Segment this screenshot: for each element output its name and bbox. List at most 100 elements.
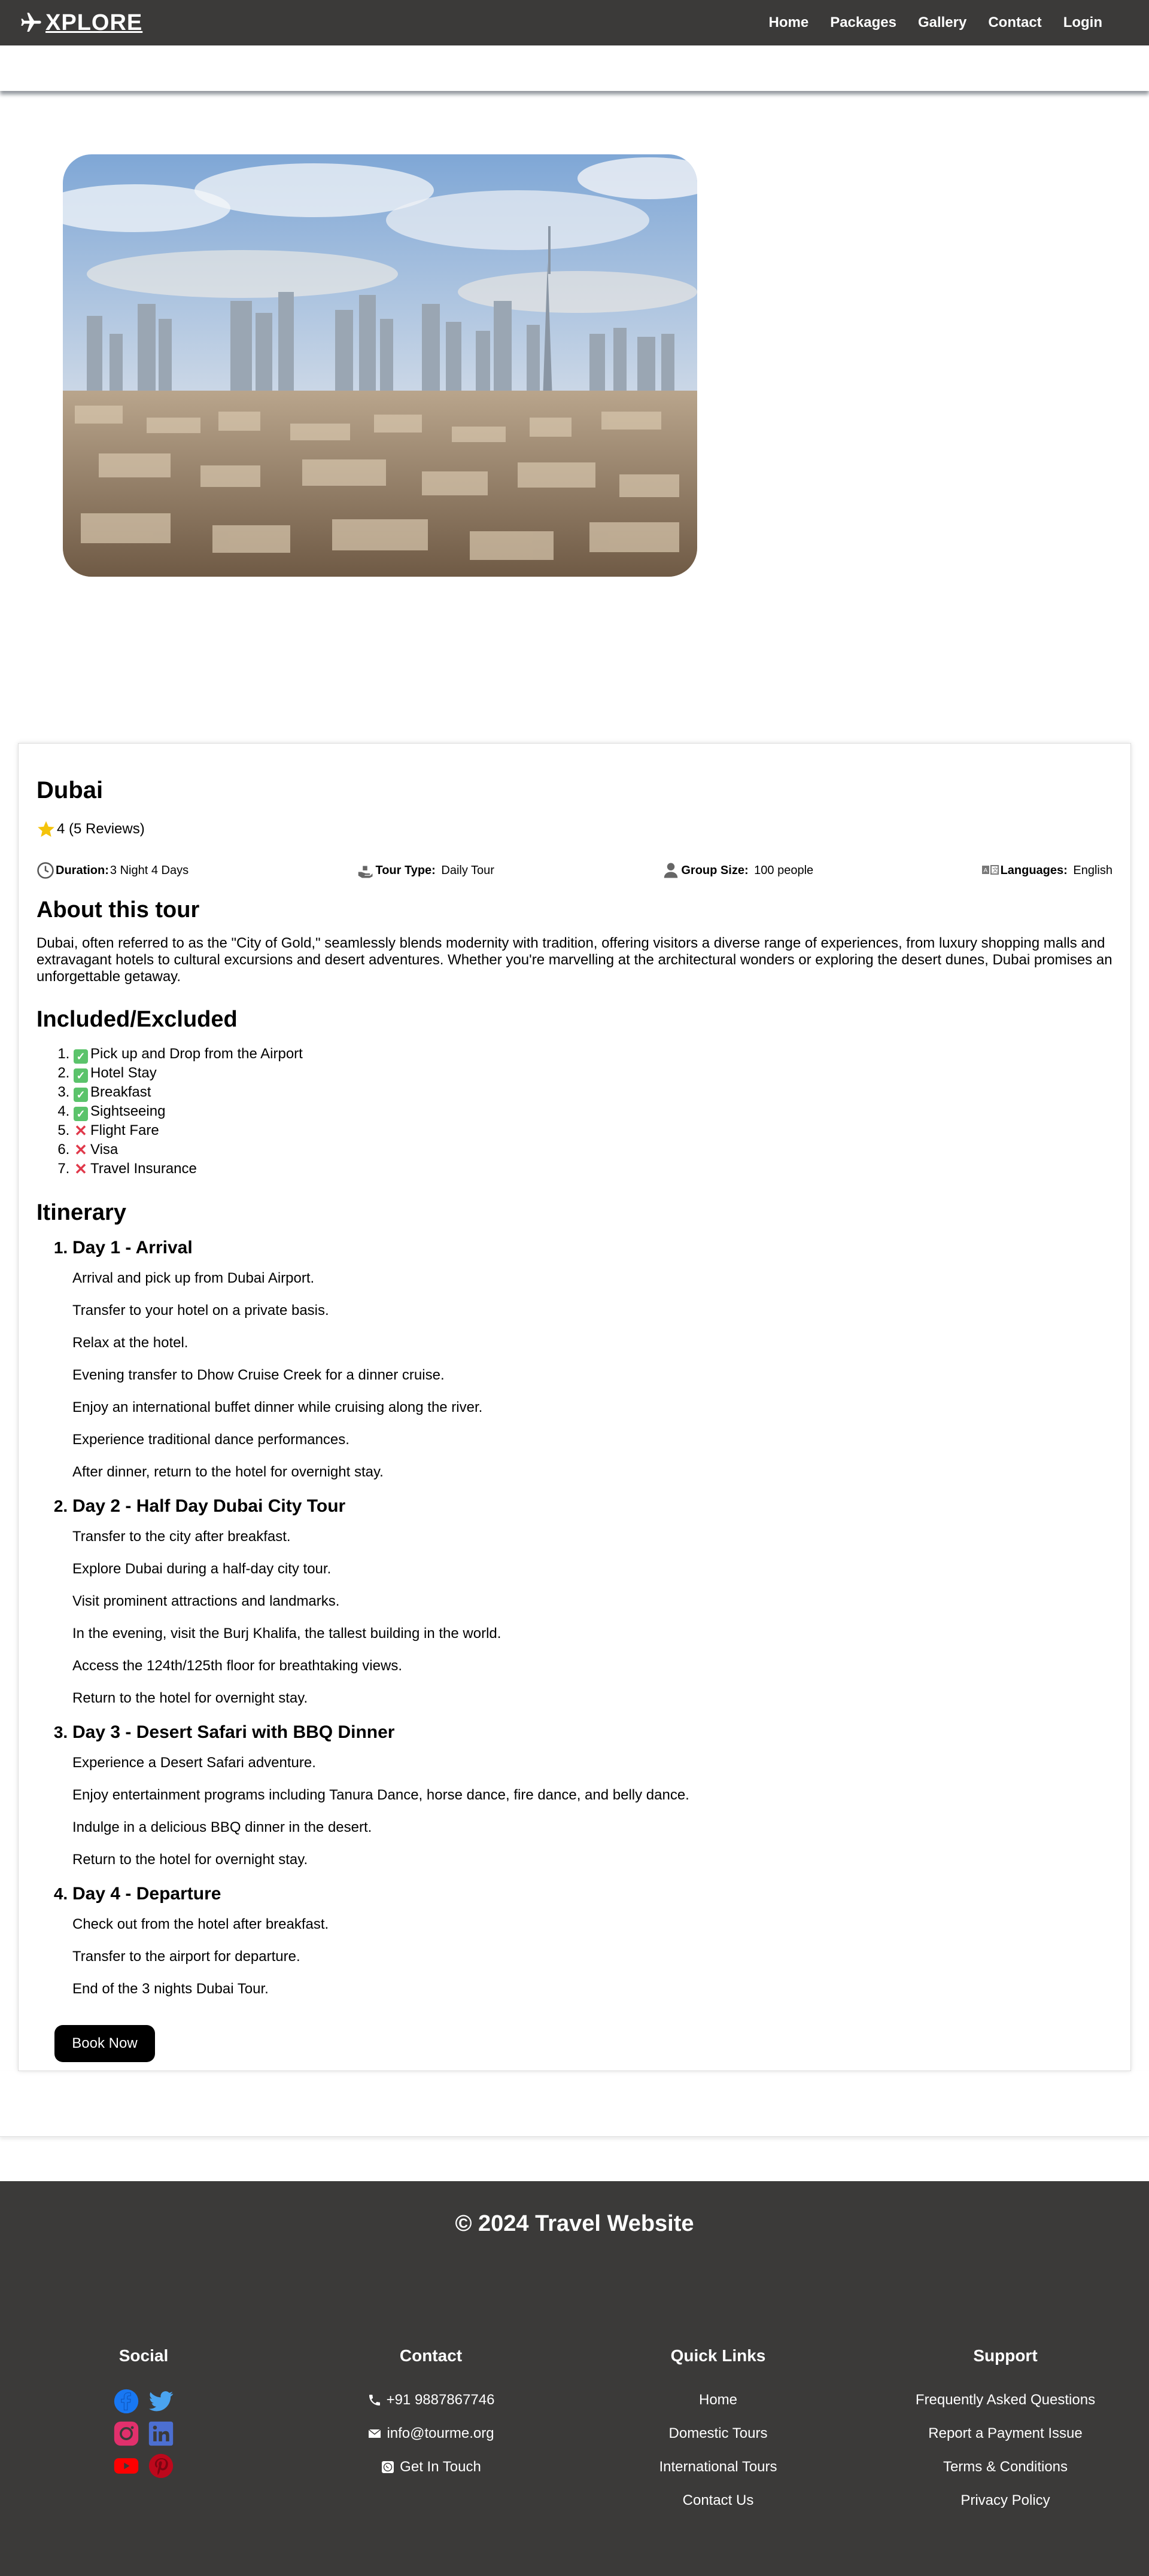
email-contact[interactable]: info@tourme.org xyxy=(287,2425,574,2442)
included-item: ✓Sightseeing xyxy=(74,1102,1112,1121)
footer-link-payment-issue[interactable]: Report a Payment Issue xyxy=(862,2425,1149,2442)
itinerary-step: Experience traditional dance performance… xyxy=(72,1432,349,1448)
excluded-item-text: Travel Insurance xyxy=(90,1161,197,1177)
itinerary-step: Transfer to the airport for departure. xyxy=(72,1948,300,1965)
itinerary-step: Relax at the hotel. xyxy=(72,1335,189,1351)
footer-link-domestic-tours[interactable]: Domestic Tours xyxy=(574,2425,862,2442)
svg-text:A: A xyxy=(983,867,987,874)
whatsapp-contact[interactable]: Get In Touch xyxy=(287,2459,574,2475)
footer-link-privacy[interactable]: Privacy Policy xyxy=(862,2492,1149,2509)
whatsapp-text: Get In Touch xyxy=(400,2459,481,2475)
nav-gallery[interactable]: Gallery xyxy=(907,14,977,31)
itinerary-step: Experience a Desert Safari adventure. xyxy=(72,1755,316,1771)
itinerary-step: After dinner, return to the hotel for ov… xyxy=(72,1464,384,1480)
linkedin-icon[interactable] xyxy=(148,2420,174,2447)
plane-icon xyxy=(21,13,41,32)
footer-support-column: Support Frequently Asked Questions Repor… xyxy=(862,2346,1149,2526)
excluded-item-text: Flight Fare xyxy=(90,1122,159,1138)
itinerary-list: Day 1 - Arrival Arrival and pick up from… xyxy=(37,1238,1112,1998)
support-heading: Support xyxy=(973,2346,1038,2365)
nav-home[interactable]: Home xyxy=(758,14,820,31)
itinerary-step: Transfer to the city after breakfast. xyxy=(72,1528,291,1545)
envelope-icon xyxy=(368,2429,381,2438)
svg-text:文: 文 xyxy=(992,866,998,874)
social-icons xyxy=(0,2388,287,2479)
footer: © 2024 Travel Website Social Contact +91… xyxy=(0,2181,1149,2576)
check-icon: ✓ xyxy=(74,1088,88,1102)
clock-icon xyxy=(37,862,54,879)
check-icon: ✓ xyxy=(74,1049,88,1064)
included-item: ✓Hotel Stay xyxy=(74,1064,1112,1083)
about-heading: About this tour xyxy=(37,897,200,922)
navbar: XPLORE Home Packages Gallery Contact Log… xyxy=(0,0,1149,45)
nav-packages[interactable]: Packages xyxy=(819,14,907,31)
card-bottom-spacer xyxy=(0,2071,1149,2137)
itinerary-step: Access the 124th/125th floor for breatht… xyxy=(72,1658,402,1674)
included-item-text: Pick up and Drop from the Airport xyxy=(90,1046,303,1062)
twitter-icon[interactable] xyxy=(148,2388,174,2414)
included-heading: Included/Excluded xyxy=(37,1007,238,1032)
day-title: Day 2 - Half Day Dubai City Tour xyxy=(72,1496,346,1516)
languages-fact: A文 Languages: English xyxy=(981,861,1112,879)
footer-link-faq[interactable]: Frequently Asked Questions xyxy=(862,2392,1149,2408)
itinerary-step: Check out from the hotel after breakfast… xyxy=(72,1916,329,1932)
nav-login[interactable]: Login xyxy=(1053,14,1113,31)
check-icon: ✓ xyxy=(74,1068,88,1083)
email-text: info@tourme.org xyxy=(387,2425,494,2441)
itinerary-step: Arrival and pick up from Dubai Airport. xyxy=(72,1270,315,1286)
duration-value: 3 Night 4 Days xyxy=(110,863,189,877)
footer-columns: Social Contact +91 9887867746 info@tourm… xyxy=(0,2346,1149,2526)
tour-type-label: Tour Type: xyxy=(375,863,436,877)
included-item: ✓Breakfast xyxy=(74,1083,1112,1102)
tour-type-fact: Tour Type: Daily Tour xyxy=(356,861,494,879)
footer-social-column: Social xyxy=(0,2346,287,2526)
excluded-item: ✕Flight Fare xyxy=(74,1121,1112,1140)
nav-shadow-bar xyxy=(0,45,1149,91)
languages-label: Languages: xyxy=(1000,863,1068,877)
excluded-item-text: Visa xyxy=(90,1141,118,1158)
footer-link-home[interactable]: Home xyxy=(574,2392,862,2408)
itinerary-step: Enjoy entertainment programs including T… xyxy=(72,1787,689,1803)
instagram-icon[interactable] xyxy=(113,2420,139,2447)
translate-icon: A文 xyxy=(981,865,999,875)
included-item-text: Sightseeing xyxy=(90,1103,166,1119)
facebook-icon[interactable] xyxy=(113,2388,139,2414)
site-logo[interactable]: XPLORE xyxy=(19,10,142,36)
book-now-button[interactable]: Book Now xyxy=(54,2025,155,2062)
phone-text: +91 9887867746 xyxy=(386,2392,495,2408)
duration-fact: Duration: 3 Night 4 Days xyxy=(37,861,189,879)
group-size-value: 100 people xyxy=(754,863,814,877)
itinerary-heading: Itinerary xyxy=(37,1200,126,1225)
itinerary-step: Explore Dubai during a half-day city tou… xyxy=(72,1561,332,1577)
tour-details-card: Dubai 4 (5 Reviews) Duration: 3 Night 4 … xyxy=(18,743,1131,2071)
phone-icon xyxy=(369,2395,380,2406)
footer-contact-column: Contact +91 9887867746 info@tourme.org G… xyxy=(287,2346,574,2526)
duration-label: Duration: xyxy=(56,863,109,877)
day-title: Day 1 - Arrival xyxy=(72,1238,193,1257)
itinerary-step: End of the 3 nights Dubai Tour. xyxy=(72,1981,269,1997)
hero-image xyxy=(63,154,697,577)
quick-links-heading: Quick Links xyxy=(670,2346,766,2365)
group-size-fact: Group Size: 100 people xyxy=(662,861,813,879)
social-heading: Social xyxy=(118,2346,169,2365)
footer-link-contact-us[interactable]: Contact Us xyxy=(574,2492,862,2509)
pinterest-icon[interactable] xyxy=(148,2453,174,2479)
excluded-item: ✕Travel Insurance xyxy=(74,1159,1112,1179)
whatsapp-icon xyxy=(382,2461,394,2473)
footer-link-international-tours[interactable]: International Tours xyxy=(574,2459,862,2475)
excluded-item: ✕Visa xyxy=(74,1140,1112,1159)
phone-contact[interactable]: +91 9887867746 xyxy=(287,2392,574,2408)
footer-quick-links-column: Quick Links Home Domestic Tours Internat… xyxy=(574,2346,862,2526)
itinerary-step: Visit prominent attractions and landmark… xyxy=(72,1593,340,1609)
hand-icon xyxy=(358,866,373,878)
hero-section xyxy=(0,91,1149,743)
languages-value: English xyxy=(1073,863,1112,877)
itinerary-step: Return to the hotel for overnight stay. xyxy=(72,1852,308,1868)
contact-heading: Contact xyxy=(399,2346,463,2365)
youtube-icon[interactable] xyxy=(113,2453,139,2479)
footer-link-terms[interactable]: Terms & Conditions xyxy=(862,2459,1149,2475)
about-text: Dubai, often referred to as the "City of… xyxy=(37,935,1112,985)
tour-facts: Duration: 3 Night 4 Days Tour Type: Dail… xyxy=(37,861,1112,879)
nav-contact[interactable]: Contact xyxy=(977,14,1052,31)
logo-text: XPLORE xyxy=(45,10,143,35)
